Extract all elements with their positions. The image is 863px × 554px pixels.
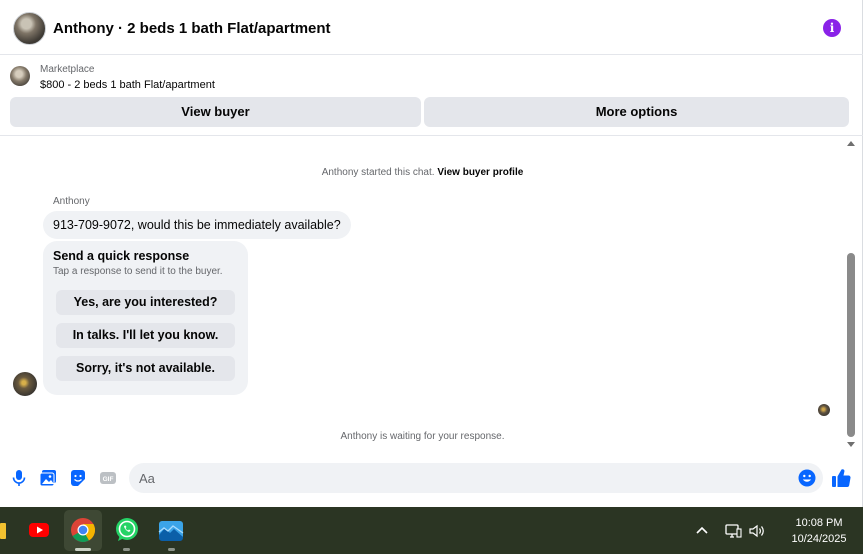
info-icon[interactable]: i	[823, 19, 841, 37]
whatsapp-icon[interactable]	[112, 515, 142, 545]
quick-response-card: Send a quick response Tap a response to …	[43, 241, 248, 395]
message-bubble[interactable]: 913-709-9072, would this be immediately …	[43, 211, 351, 239]
file-explorer-icon[interactable]	[0, 523, 6, 539]
waiting-note: Anthony is waiting for your response.	[340, 431, 505, 442]
chat-header: Anthony · 2 beds 1 bath Flat/apartment i	[0, 0, 863, 55]
listing-thumbnail[interactable]	[10, 66, 30, 86]
photo-icon[interactable]	[39, 469, 57, 487]
whatsapp-running-indicator	[123, 548, 130, 551]
chrome-icon[interactable]	[68, 515, 98, 545]
view-buyer-profile-link[interactable]: View buyer profile	[437, 167, 523, 178]
chat-started-note: Anthony started this chat. View buyer pr…	[0, 167, 845, 178]
sender-avatar[interactable]	[13, 372, 37, 396]
like-icon[interactable]	[831, 468, 851, 488]
clock-time[interactable]: 10:08 PM	[779, 517, 859, 529]
chevron-up-icon[interactable]	[693, 522, 711, 540]
message-input[interactable]	[129, 463, 779, 493]
chrome-active-indicator	[75, 548, 91, 551]
listing-source: Marketplace	[40, 64, 95, 75]
scrollbar[interactable]	[845, 136, 857, 454]
quick-response-title: Send a quick response	[53, 249, 190, 263]
seen-indicator-avatar	[818, 404, 830, 416]
youtube-icon[interactable]	[24, 515, 54, 545]
message-list: Anthony started this chat. View buyer pr…	[0, 136, 845, 454]
quick-response-option[interactable]: In talks. I'll let you know.	[56, 323, 235, 348]
composer: GIF	[0, 458, 863, 498]
volume-icon[interactable]	[748, 522, 766, 540]
taskbar: 10:08 PM 10/24/2025	[0, 507, 863, 554]
gif-icon[interactable]: GIF	[99, 469, 117, 487]
quick-response-option[interactable]: Sorry, it's not available.	[56, 356, 235, 381]
scroll-down-icon[interactable]	[847, 442, 855, 447]
svg-text:GIF: GIF	[103, 476, 114, 483]
messenger-window: Anthony · 2 beds 1 bath Flat/apartment i…	[0, 0, 863, 507]
photos-icon[interactable]	[156, 515, 186, 545]
listing-title[interactable]: $800 - 2 beds 1 bath Flat/apartment	[40, 79, 215, 91]
sender-name: Anthony	[53, 196, 90, 207]
message-input-wrapper	[129, 463, 823, 493]
quick-response-subtitle: Tap a response to send it to the buyer.	[53, 266, 223, 277]
chat-title[interactable]: Anthony · 2 beds 1 bath Flat/apartment	[53, 20, 331, 37]
view-buyer-button[interactable]: View buyer	[10, 97, 421, 127]
quick-response-option[interactable]: Yes, are you interested?	[56, 290, 235, 315]
photos-running-indicator	[168, 548, 175, 551]
emoji-icon[interactable]	[798, 469, 816, 487]
scroll-up-icon[interactable]	[847, 141, 855, 146]
contact-avatar[interactable]	[13, 12, 46, 45]
more-options-button[interactable]: More options	[424, 97, 849, 127]
network-icon[interactable]	[724, 522, 742, 540]
scroll-thumb[interactable]	[847, 253, 855, 437]
chat-started-text: Anthony started this chat.	[321, 167, 435, 178]
sticker-icon[interactable]	[69, 469, 87, 487]
clock-date[interactable]: 10/24/2025	[779, 533, 859, 545]
microphone-icon[interactable]	[10, 469, 28, 487]
